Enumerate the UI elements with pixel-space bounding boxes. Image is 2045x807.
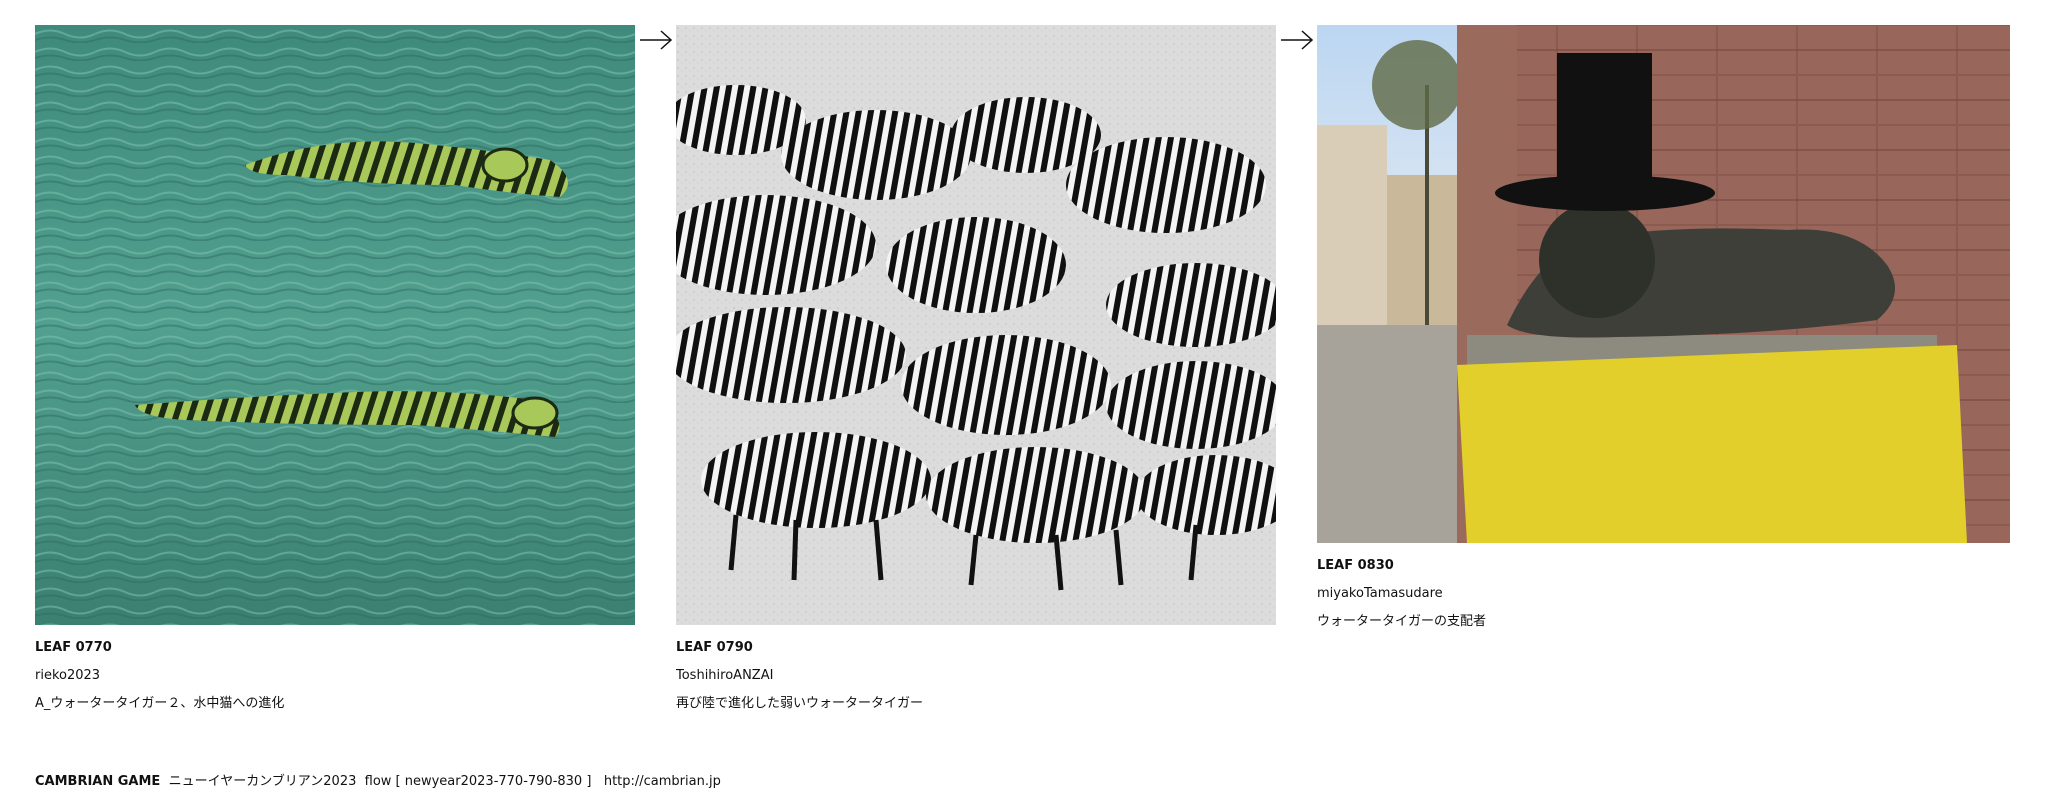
leaf-code: LEAF 0830 [1317, 558, 1394, 573]
leaf-image-water-tigers[interactable] [35, 25, 635, 625]
footer: CAMBRIAN GAME ニューイヤーカンブリアン2023 flow [ ne… [35, 770, 721, 789]
leaf-author[interactable]: ToshihiroANZAI [676, 662, 1276, 690]
leaf-caption: LEAF 0770 rieko2023 A_ウォータータイガー２、水中猫への進化 [35, 634, 635, 718]
right-arrow-icon [640, 30, 673, 50]
leaf-image-lion-statue[interactable] [1317, 25, 2010, 543]
leaf-card: LEAF 0830 miyakoTamasudare ウォータータイガーの支配者 [1317, 25, 2010, 636]
footer-brand: CAMBRIAN GAME [35, 774, 161, 789]
leaf-image-zebras[interactable] [676, 25, 1276, 625]
footer-url-link[interactable]: http://cambrian.jp [604, 774, 721, 789]
footer-flow-text: ニューイヤーカンブリアン2023 flow [ newyear2023-770-… [168, 774, 592, 789]
leaf-caption: LEAF 0830 miyakoTamasudare ウォータータイガーの支配者 [1317, 552, 2010, 636]
leaf-title: ウォータータイガーの支配者 [1317, 614, 1487, 629]
leaf-card: LEAF 0770 rieko2023 A_ウォータータイガー２、水中猫への進化 [35, 25, 635, 718]
leaf-code: LEAF 0770 [35, 640, 112, 655]
leaf-card: LEAF 0790 ToshihiroANZAI 再び陸で進化した弱いウォーター… [676, 25, 1276, 718]
right-arrow-icon [1281, 30, 1314, 50]
leaf-caption: LEAF 0790 ToshihiroANZAI 再び陸で進化した弱いウォーター… [676, 634, 1276, 718]
leaf-author[interactable]: rieko2023 [35, 662, 635, 690]
leaf-author[interactable]: miyakoTamasudare [1317, 580, 2010, 608]
leaf-title: 再び陸で進化した弱いウォータータイガー [676, 696, 924, 711]
lion-statue-image [1317, 25, 2010, 543]
leaf-code: LEAF 0790 [676, 640, 753, 655]
zebras-image [676, 25, 1276, 625]
water-tigers-image [35, 25, 635, 625]
leaf-title: A_ウォータータイガー２、水中猫への進化 [35, 696, 285, 711]
